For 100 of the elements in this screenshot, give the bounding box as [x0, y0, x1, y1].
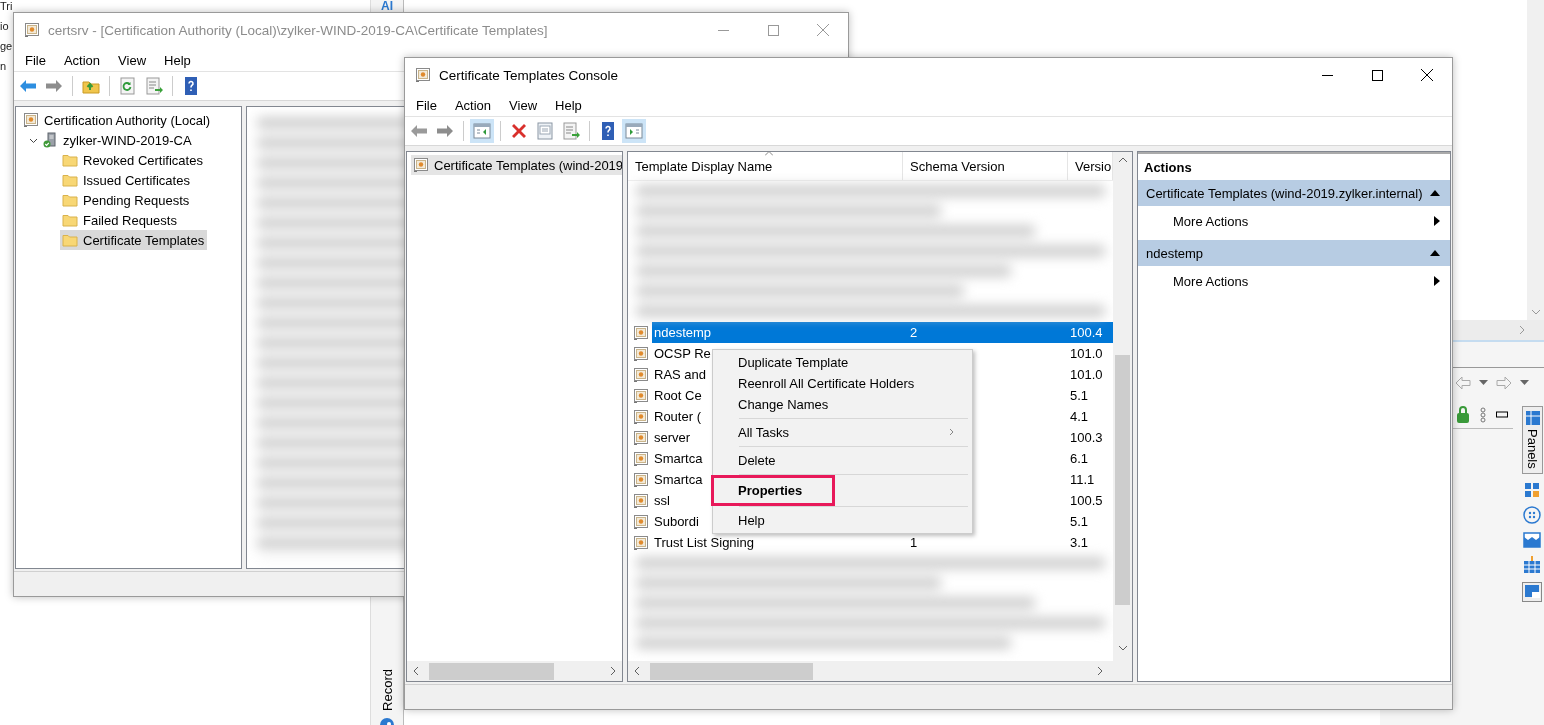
rectangle-icon[interactable] [1496, 411, 1508, 419]
submenu-arrow-icon [1434, 276, 1440, 286]
table-cell-text: 100.3 [1069, 429, 1104, 447]
maximize-icon [767, 24, 779, 36]
refresh-icon [118, 76, 138, 96]
table-cell-text: 5.1 [1069, 387, 1090, 405]
horizontal-scrollbar[interactable] [407, 661, 622, 681]
column-header[interactable]: Template Display Name [628, 152, 903, 180]
collapse-arrow-icon [1430, 250, 1440, 256]
table-cell[interactable]: ndestemp [652, 322, 903, 343]
table-cell[interactable]: Router ( [652, 406, 701, 427]
table-cell[interactable]: Smartca [652, 448, 703, 469]
menu-item[interactable]: File [16, 50, 55, 70]
table-cell[interactable]: server [652, 427, 691, 448]
tree-item[interactable]: Pending Requests [60, 190, 193, 210]
menu-item[interactable]: Help [715, 510, 970, 531]
certificate-icon [633, 471, 649, 488]
table-cell-text: 101.0 [1069, 345, 1104, 363]
folder-icon [62, 172, 78, 188]
certificate-authority-icon [413, 157, 429, 173]
certificate-icon [633, 492, 649, 509]
folder-icon [62, 232, 78, 248]
table-cell-text: 3.1 [1069, 534, 1090, 552]
action-group-header[interactable]: Certificate Templates (wind-2019.zylker.internal) [1138, 180, 1450, 206]
table-cell[interactable]: ssl [652, 490, 670, 511]
dots-icon[interactable] [1480, 407, 1486, 423]
table-cell-text: 1 [909, 534, 919, 552]
maximize-icon [1371, 69, 1383, 81]
table-cell[interactable]: Subordi [652, 511, 699, 532]
window-title: Certificate Templates Console [439, 67, 620, 83]
back-arrow-icon[interactable] [1455, 376, 1471, 390]
menu-item[interactable]: Help [546, 95, 591, 115]
forward-arrow-icon[interactable] [1496, 376, 1512, 390]
horizontal-scrollbar[interactable] [628, 661, 1113, 681]
certificate-icon [633, 429, 649, 446]
dropdown-icon[interactable] [1479, 380, 1488, 386]
menu-item[interactable]: Reenroll All Certificate Holders [715, 373, 970, 394]
menu-item[interactable]: Properties [713, 477, 833, 504]
folder-icon [62, 192, 78, 208]
certificate-icon [633, 408, 649, 425]
grid-icon[interactable] [1524, 481, 1540, 498]
export-list-icon [144, 76, 164, 96]
certificate-icon [633, 534, 649, 551]
action-item[interactable]: More Actions [1138, 206, 1450, 236]
vertical-scrollbar[interactable] [1113, 152, 1132, 661]
chevron-down-icon[interactable] [1530, 309, 1541, 316]
action-group-header[interactable]: ndestemp [1138, 240, 1450, 266]
tree-item[interactable]: Revoked Certificates [60, 150, 206, 170]
menu-item[interactable]: View [109, 50, 156, 70]
table-icon[interactable] [1523, 555, 1541, 574]
background-text: io [0, 20, 10, 32]
menu-item[interactable]: Delete [715, 450, 970, 471]
menu-item[interactable]: Help [155, 50, 200, 70]
chevron-right-icon[interactable] [1519, 325, 1526, 335]
table-cell[interactable]: Smartca [652, 469, 703, 490]
menu-item[interactable]: Change Names [715, 394, 970, 415]
folder-icon [62, 152, 78, 168]
tree-item[interactable]: Failed Requests [60, 210, 180, 230]
menu-item[interactable]: All Tasks [715, 422, 970, 443]
action-item[interactable]: More Actions [1138, 266, 1450, 296]
console-tree-icon [472, 121, 492, 141]
properties-icon [535, 121, 555, 141]
table-cell[interactable]: Root Ce [652, 385, 702, 406]
close-icon [817, 24, 829, 36]
background-text: n [0, 60, 8, 72]
table-cell[interactable]: RAS and [652, 364, 707, 385]
menu-item[interactable]: View [500, 95, 547, 115]
tree-item[interactable]: zylker-WIND-2019-CA [40, 130, 195, 150]
menu-item[interactable]: File [407, 95, 446, 115]
tree-item[interactable]: Certification Authority (Local) [21, 110, 214, 130]
menu-item[interactable]: Duplicate Template [715, 352, 970, 373]
panels-tab[interactable]: Panels [1521, 406, 1543, 474]
button-icon[interactable] [1523, 505, 1541, 524]
certificate-icon [633, 366, 649, 383]
certificate-icon [633, 450, 649, 467]
table-cell[interactable]: OCSP Re [652, 343, 711, 364]
table-cell-text: 5.1 [1069, 513, 1090, 531]
background-text: ge [0, 40, 13, 52]
column-header[interactable]: Schema Version [903, 152, 1068, 180]
certificate-icon [633, 345, 649, 362]
menu-item[interactable]: Action [54, 50, 110, 70]
certificate-icon [633, 324, 649, 341]
chart-icon[interactable] [1523, 531, 1541, 548]
tree-item[interactable]: Certificate Templates [60, 230, 208, 250]
menu-item[interactable]: Action [445, 95, 501, 115]
tree-item[interactable]: Issued Certificates [60, 170, 193, 190]
certificate-icon [633, 387, 649, 404]
certificate-authority-icon [23, 112, 39, 128]
table-cell-text: 4.1 [1069, 408, 1090, 426]
lock-icon[interactable] [1456, 406, 1470, 424]
side-tab[interactable]: Record [379, 669, 395, 711]
window-icon[interactable] [1522, 581, 1542, 602]
dropdown-icon[interactable] [1520, 380, 1529, 386]
app-icon [415, 67, 431, 83]
table-cell[interactable]: Trust List Signing [652, 532, 754, 553]
table-cell-text: 11.1 [1069, 471, 1096, 489]
toolbar-label[interactable]: AI [381, 0, 393, 12]
table-cell-text: 100.5 [1069, 492, 1104, 510]
tree-item[interactable]: Certificate Templates (wind-2019 [411, 155, 622, 175]
submenu-arrow-icon [1434, 216, 1440, 226]
